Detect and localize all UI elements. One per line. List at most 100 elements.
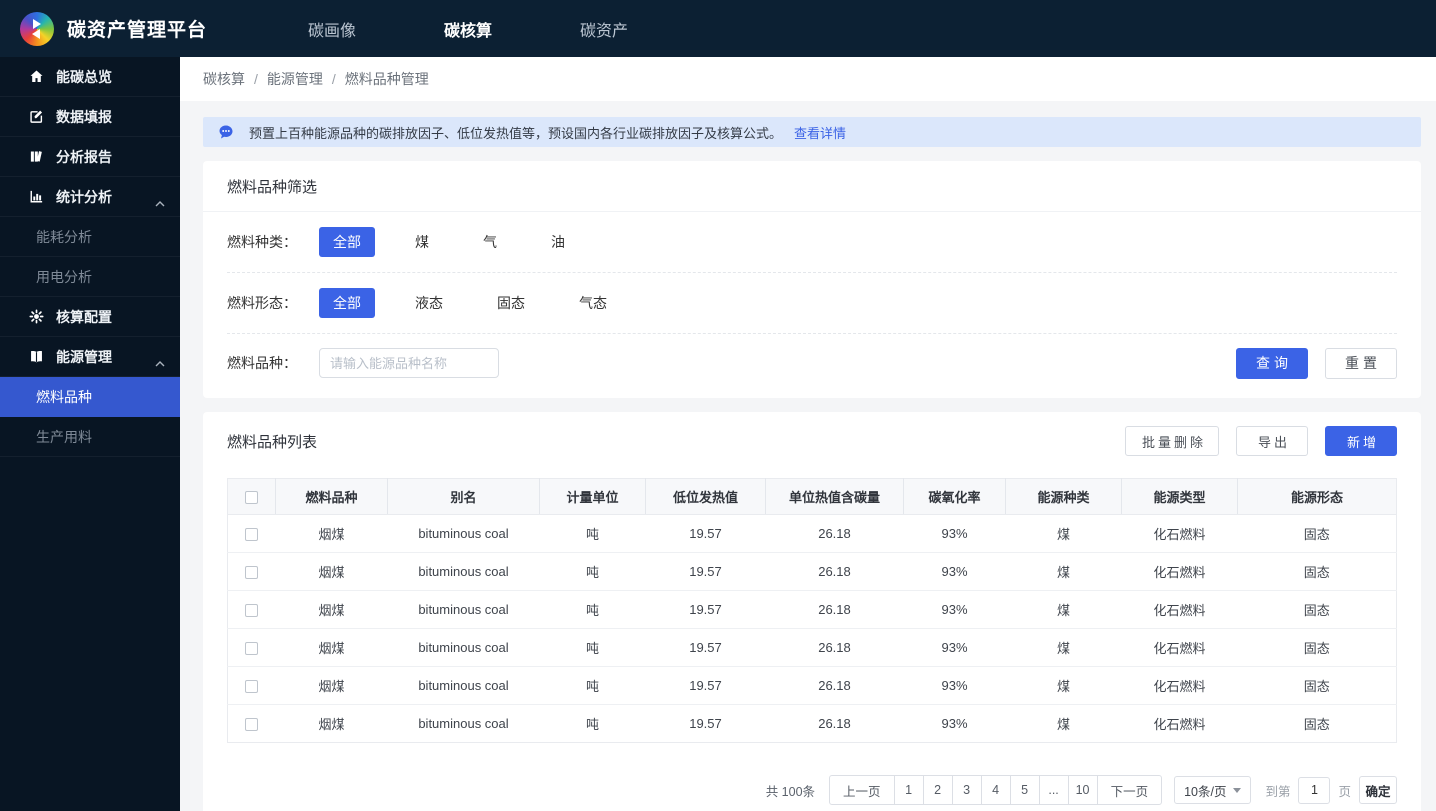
table-cell: 固态 (1237, 628, 1397, 667)
export-button[interactable]: 导出 (1236, 426, 1308, 456)
banner-detail-link[interactable]: 查看详情 (794, 123, 846, 142)
row-select-cell (227, 590, 276, 629)
filter-option[interactable]: 气 (469, 227, 511, 257)
book-icon (28, 349, 44, 365)
list-actions: 批量删除 导出 新增 (1124, 426, 1397, 456)
sidebar: 能碳总览数据填报分析报告 统计分析 能耗分析用电分析核算配置能源管理燃料品种 生产用料 (0, 57, 180, 811)
sidebar-item[interactable]: 统计分析 (0, 177, 180, 217)
select-all-checkbox[interactable] (245, 491, 258, 505)
page-group: 上一页 1 2 3 4 5... 10 下一页 (829, 775, 1163, 805)
top-tab[interactable]: 碳核算 (444, 17, 492, 41)
table-cell: 93% (903, 590, 1006, 629)
page-number-button[interactable]: 5 (1009, 776, 1039, 804)
table-cell: 93% (903, 666, 1006, 705)
sidebar-item-label: 数据填报 (56, 108, 112, 125)
column-header: 能源类型 (1121, 478, 1238, 515)
sidebar-item[interactable]: 能耗分析 (0, 217, 180, 257)
table-cell: 化石燃料 (1121, 552, 1238, 591)
report-icon (28, 149, 44, 165)
table-cell: bituminous coal (387, 628, 540, 667)
sidebar-item-label: 用电分析 (36, 268, 92, 285)
brand: 碳资产管理平台 (0, 11, 256, 46)
content-area: 碳核算 / 能源管理 / 燃料品种管理 预置上百种能源品种的碳排放因子、低位发热值等，预… (180, 0, 1436, 811)
page-number-button[interactable]: 2 (922, 776, 952, 804)
reset-button[interactable]: 重置 (1325, 347, 1397, 379)
table-row: 烟煤 bituminous coal 吨 19.57 26.18 93% 煤化石燃料 固态 (227, 666, 1397, 705)
column-header: 别名 (387, 478, 540, 515)
filter-option[interactable]: 固态 (483, 288, 539, 318)
top-tab[interactable]: 碳资产 (580, 17, 628, 41)
sidebar-item[interactable]: 分析报告 (0, 137, 180, 177)
fuel-name-input[interactable] (319, 348, 499, 378)
table-cell: 固态 (1237, 552, 1397, 591)
filter-label: 燃料品种： (227, 355, 297, 371)
table-cell: 固态 (1303, 717, 1330, 732)
page-size-select[interactable]: 10条/页 (1174, 776, 1252, 804)
breadcrumb-separator: / (331, 71, 336, 87)
batch-delete-button[interactable]: 批量删除 (1124, 426, 1219, 456)
breadcrumb-item[interactable]: 碳核算 (203, 69, 245, 89)
table-cell: 19.57 (645, 666, 766, 705)
sidebar-item[interactable]: 数据填报 (0, 97, 180, 137)
table-cell: 烟煤 (275, 628, 388, 667)
filter-option[interactable]: 全部 (319, 227, 375, 257)
breadcrumb: 碳核算 / 能源管理 / 燃料品种管理 (180, 57, 1436, 101)
table-cell: 化石燃料 (1121, 666, 1238, 705)
page-number-button[interactable]: 1 (893, 776, 923, 804)
top-nav: 碳画像 碳核算 碳资产 (308, 17, 716, 41)
top-tab[interactable]: 碳画像 (308, 17, 356, 41)
filter-option[interactable]: 油 (537, 227, 579, 257)
table-cell: 煤 (1005, 552, 1122, 591)
goto-page-input[interactable] (1298, 776, 1331, 804)
sidebar-item[interactable]: 用电分析 (0, 257, 180, 297)
page-ellipsis[interactable]: ... (1038, 776, 1068, 804)
table-cell: 26.18 (765, 514, 904, 553)
total-count: 共 100条 (765, 784, 816, 799)
next-page-button[interactable]: 下一页 (1096, 776, 1162, 804)
row-checkbox[interactable] (245, 604, 259, 618)
table-cell: 93% (903, 552, 1006, 591)
prev-page-button[interactable]: 上一页 (830, 776, 894, 804)
table-cell: 固态 (1237, 666, 1397, 705)
sidebar-item[interactable]: 能源管理 (0, 337, 180, 377)
table-cell: 烟煤 (275, 514, 388, 553)
page-number-button[interactable]: 3 (951, 776, 981, 804)
table-cell: 19.57 (689, 716, 722, 731)
column-header: 计量单位 (539, 478, 646, 515)
filter-card: 燃料品种筛选 燃料种类： 全部煤气油 燃料形态： 全部 液态 固态 气态 燃料品种： … (203, 161, 1421, 398)
search-button[interactable]: 查询 (1236, 347, 1308, 379)
table-cell: 26.18 (765, 628, 904, 667)
app-title: 碳资产管理平台 (67, 20, 208, 41)
table-cell: 吨 (539, 552, 646, 591)
sidebar-item[interactable]: 核算配置 (0, 297, 180, 337)
goto-confirm-button[interactable]: 确定 (1359, 776, 1397, 804)
filter-option[interactable]: 液态 (401, 288, 457, 318)
sidebar-item[interactable]: 能碳总览 (0, 57, 180, 97)
filter-option[interactable]: 气态 (565, 288, 621, 318)
row-checkbox[interactable] (245, 680, 259, 694)
page-number-button[interactable]: 4 (980, 776, 1010, 804)
sidebar-item-label: 能源管理 (56, 348, 112, 365)
table-cell: 固态 (1237, 514, 1397, 553)
page-number-button[interactable]: 10 (1067, 776, 1097, 804)
table-row: 烟煤 bituminous coal 吨 19.57 26.18 93% 煤化石燃料 固态 (227, 590, 1397, 629)
table-cell: 化石燃料 (1121, 590, 1238, 629)
sidebar-item[interactable]: 燃料品种 (0, 377, 180, 417)
add-button[interactable]: 新增 (1325, 426, 1397, 456)
table-cell: 26.18 (818, 716, 851, 731)
chart-icon (28, 189, 44, 205)
table-cell: 煤 (1005, 628, 1122, 667)
filter-option[interactable]: 全部 (319, 288, 375, 318)
table-cell: bituminous coal (387, 552, 540, 591)
row-checkbox[interactable] (245, 528, 259, 542)
sidebar-item[interactable]: 生产用料 (0, 417, 180, 457)
table-cell: 吨 (539, 628, 646, 667)
table-cell: bituminous coal (387, 590, 540, 629)
filter-option[interactable]: 煤 (401, 227, 443, 257)
row-checkbox[interactable] (245, 718, 259, 732)
breadcrumb-item[interactable]: 能源管理 (267, 69, 323, 89)
row-checkbox[interactable] (245, 642, 259, 656)
row-checkbox[interactable] (245, 566, 259, 580)
sidebar-item-label: 核算配置 (56, 308, 112, 325)
select-all-header (227, 478, 276, 515)
